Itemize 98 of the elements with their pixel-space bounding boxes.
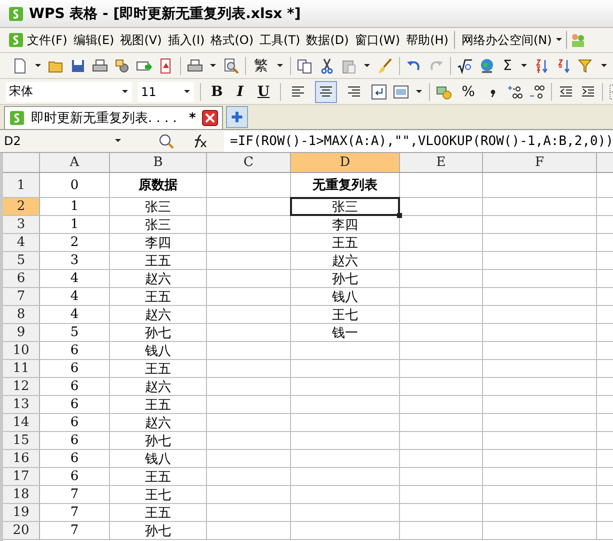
table-cell-text: 钱一: [331, 324, 359, 341]
modified-mark: *: [188, 110, 196, 126]
column-header[interactable]: F: [483, 153, 597, 172]
menu-item[interactable]: 编辑(E): [70, 30, 118, 50]
menu-item[interactable]: 文件(F): [24, 30, 70, 50]
window-title: WPS 表格 - [即时更新无重复列表.xlsx *]: [29, 4, 301, 22]
table-cell-text: 4: [69, 288, 80, 305]
row-header[interactable]: 2: [3, 198, 40, 215]
row-header[interactable]: 7: [3, 288, 40, 305]
row-header[interactable]: 4: [3, 234, 40, 251]
table-cell-text: 6: [69, 450, 80, 467]
table-cell-text: 王五: [144, 252, 172, 269]
table-cell-text: 孙七: [144, 432, 172, 449]
menu-item[interactable]: 格式(O): [208, 30, 257, 50]
table-cell-text: 赵六: [331, 252, 359, 269]
row-header[interactable]: 11: [3, 360, 40, 377]
row-header[interactable]: 9: [3, 324, 40, 341]
column-header[interactable]: E: [400, 153, 483, 172]
row-header[interactable]: 5: [3, 252, 40, 269]
font-dropdown[interactable]: 宋体: [6, 82, 132, 102]
bold-button[interactable]: B: [207, 80, 227, 102]
table-cell-text: 6: [69, 378, 80, 395]
table-cell-text: 7: [69, 504, 80, 521]
row-header[interactable]: 16: [3, 450, 40, 467]
table-cell-text: 张三: [144, 198, 172, 215]
table-cell: 张三: [291, 198, 399, 215]
table-cell-text: 王五: [144, 396, 172, 413]
table-cell-text: 无重复列表: [311, 176, 378, 195]
table-cell-text: 0: [69, 176, 80, 194]
table-cell-text: 孙七: [331, 270, 359, 287]
table-cell-text: 6: [69, 342, 80, 359]
tab-label: 即时更新无重复列表. . . .: [31, 110, 177, 127]
table-cell-text: 李四: [144, 234, 172, 251]
menu-item[interactable]: 网络办公空间(N): [458, 30, 555, 50]
row-header[interactable]: 8: [3, 306, 40, 323]
table-cell-text: 4: [69, 270, 80, 287]
row-header[interactable]: 10: [3, 342, 40, 359]
row-header[interactable]: 14: [3, 414, 40, 431]
row-header[interactable]: 12: [3, 378, 40, 395]
table-cell-text: 钱八: [331, 288, 359, 305]
table-cell-text: 赵六: [144, 378, 172, 395]
table-cell-text: 5: [69, 324, 80, 341]
menu-item[interactable]: 插入(I): [164, 30, 208, 50]
column-header[interactable]: A: [40, 153, 110, 172]
row-header[interactable]: 15: [3, 432, 40, 449]
menu-item[interactable]: 视图(V): [117, 30, 165, 50]
table-cell-text: 王五: [144, 360, 172, 377]
table-cell-text: 王七: [144, 486, 172, 503]
traditional-button[interactable]: 繁: [252, 56, 270, 74]
table-cell-text: 6: [69, 360, 80, 377]
table-cell-text: 1: [69, 198, 80, 215]
table-cell-text: 王五: [331, 234, 359, 251]
column-header[interactable]: B: [110, 153, 207, 172]
table-cell-text: 王七: [331, 306, 359, 323]
italic-button[interactable]: I: [232, 80, 248, 102]
formula-field[interactable]: =IF(ROW()-1>MAX(A:A),"",VLOOKUP(ROW()-1,A:B,2,0)): [224, 130, 613, 152]
table-cell-text: 张三: [144, 216, 172, 233]
row-header[interactable]: 13: [3, 396, 40, 413]
table-cell-text: 2: [69, 234, 80, 251]
table-cell-text: 6: [69, 432, 80, 449]
row-header[interactable]: 3: [3, 216, 40, 233]
row-header[interactable]: 6: [3, 270, 40, 287]
table-cell-text: 6: [69, 396, 80, 413]
table-cell-text: 6: [69, 414, 80, 431]
table-cell-text: 赵六: [144, 414, 172, 431]
row-header[interactable]: 20: [3, 522, 40, 539]
table-cell-text: 赵六: [144, 270, 172, 287]
table-cell-text: 7: [69, 486, 80, 503]
table-cell-text: 1: [69, 216, 80, 233]
table-cell-text: 王五: [144, 468, 172, 485]
sum-button[interactable]: Σ: [501, 58, 514, 74]
table-cell-text: 孙七: [144, 522, 172, 539]
row-header[interactable]: 19: [3, 504, 40, 521]
menu-item[interactable]: 数据(D): [303, 30, 352, 50]
row-header[interactable]: 17: [3, 468, 40, 485]
table-cell-text: 王五: [144, 504, 172, 521]
menu-item[interactable]: 工具(T): [256, 30, 304, 50]
table-cell-text: 王五: [144, 288, 172, 305]
name-box[interactable]: D2: [0, 131, 128, 151]
row-header[interactable]: 18: [3, 486, 40, 503]
menu-item[interactable]: 帮助(H): [403, 30, 452, 50]
table-cell-text: 4: [69, 306, 80, 323]
table-cell-text: 钱八: [144, 450, 172, 467]
table-cell-text: 6: [69, 468, 80, 485]
table-cell-text: 钱八: [144, 342, 172, 359]
menu-item[interactable]: 窗口(W): [352, 30, 404, 50]
table-cell-text: 3: [69, 252, 80, 269]
table-cell-text: 赵六: [144, 306, 172, 323]
column-header[interactable]: D: [291, 153, 400, 172]
row-header[interactable]: 1: [3, 173, 40, 197]
underline-button[interactable]: U: [253, 80, 274, 102]
table-cell-text: 7: [69, 522, 80, 539]
table-cell-text: 李四: [331, 216, 359, 233]
font-size-dropdown[interactable]: 11: [138, 82, 194, 102]
percent-button[interactable]: %: [458, 80, 479, 102]
table-cell-text: 孙七: [144, 324, 172, 341]
document-tab[interactable]: 即时更新无重复列表. . . . *: [4, 106, 223, 129]
table-cell-text: 原数据: [138, 177, 178, 195]
